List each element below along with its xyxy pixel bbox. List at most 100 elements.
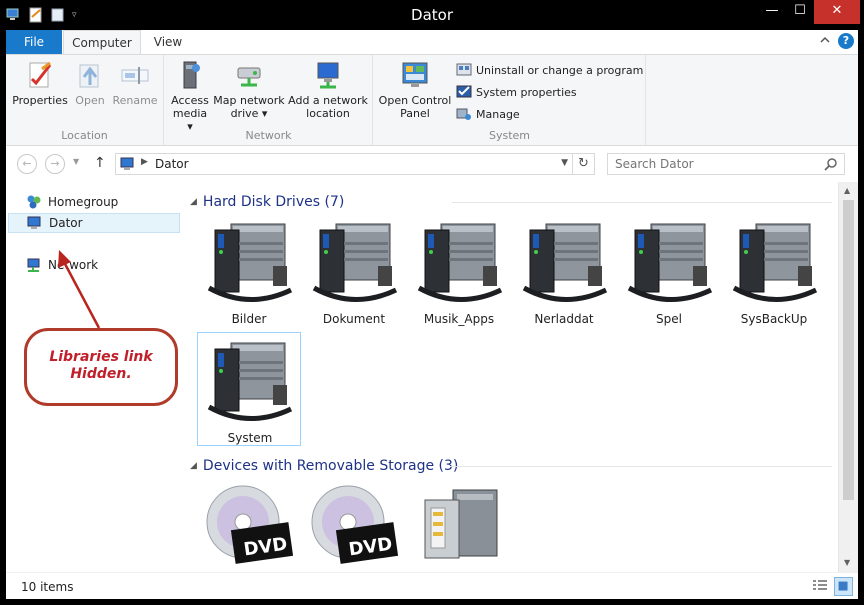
ribbon-group-label-location: Location — [61, 129, 108, 142]
removable-device-tile[interactable] — [407, 478, 511, 572]
add-network-location-button[interactable]: Add a network location — [287, 59, 369, 120]
scroll-down-icon[interactable]: ▼ — [844, 558, 850, 567]
sidebar-item-network[interactable]: Network — [8, 255, 180, 275]
access-media-icon — [183, 61, 200, 89]
uninstall-program-button[interactable]: Uninstall or change a program — [456, 60, 643, 80]
removable-disk-icon — [424, 489, 498, 559]
hard-drive-icon — [732, 223, 818, 302]
tab-computer[interactable]: Computer — [63, 30, 141, 54]
rename-icon — [121, 67, 149, 84]
open-control-panel-label-2: Panel — [400, 107, 430, 120]
map-network-drive-label-1: Map network — [213, 94, 285, 107]
content-pane: ◢ Hard Disk Drives (7) Bilder Dokument Mus… — [182, 182, 838, 572]
minimize-button[interactable]: — — [758, 0, 786, 24]
address-bar[interactable]: ▶ Dator ▼ — [115, 153, 573, 175]
drive-label: System — [227, 431, 273, 445]
properties-label: Properties — [12, 94, 68, 107]
drive-tile[interactable]: Spel — [617, 214, 721, 328]
status-bar: 10 items — [6, 572, 858, 599]
drive-tile[interactable]: Nerladdat — [512, 214, 616, 328]
drive-tile[interactable]: Musik_Apps — [407, 214, 511, 328]
hard-drive-icon — [522, 223, 608, 302]
collapse-chevron-icon[interactable]: ◢ — [190, 197, 197, 207]
breadcrumb[interactable]: Dator — [155, 157, 189, 171]
hard-drive-icon — [627, 223, 713, 302]
group-header-hard-disk-drives[interactable]: ◢ Hard Disk Drives (7) — [190, 192, 344, 212]
search-icon[interactable] — [824, 157, 838, 171]
drive-tile[interactable]: SysBackUp — [722, 214, 826, 328]
ribbon-tab-bar: File Computer View ? — [6, 30, 858, 54]
properties-button[interactable]: Properties — [10, 59, 70, 107]
group-title: Devices with Removable Storage (3) — [202, 458, 459, 474]
ribbon-group-label-network: Network — [245, 129, 292, 142]
system-properties-icon — [456, 85, 472, 98]
collapse-ribbon-icon[interactable] — [818, 33, 832, 47]
removable-device-tile[interactable]: DVD — [302, 478, 406, 572]
annotation-callout: Libraries link Hidden. — [24, 328, 178, 406]
removable-device-tile[interactable]: DVD — [197, 478, 301, 572]
group-header-removable-storage[interactable]: ◢ Devices with Removable Storage (3) — [190, 456, 458, 476]
open-button[interactable]: Open — [70, 59, 110, 107]
dvd-drive-icon: DVD — [311, 485, 399, 564]
collapse-chevron-icon[interactable]: ◢ — [190, 461, 197, 471]
access-media-button[interactable]: Access media ▾ — [169, 59, 211, 133]
drive-tile[interactable]: Dokument — [302, 214, 406, 328]
open-icon — [79, 64, 99, 88]
forward-button[interactable]: → — [45, 154, 65, 174]
system-properties-label: System properties — [476, 85, 577, 99]
hard-drive-icon — [312, 223, 398, 302]
control-panel-icon — [402, 62, 428, 87]
system-properties-button[interactable]: System properties — [456, 82, 577, 102]
address-dropdown-icon[interactable]: ▼ — [561, 158, 568, 168]
scroll-up-icon[interactable]: ▲ — [844, 186, 850, 195]
drive-tile[interactable]: Bilder — [197, 214, 301, 328]
scrollbar-thumb[interactable] — [843, 200, 854, 500]
search-input[interactable] — [615, 157, 815, 171]
back-button[interactable]: ← — [17, 154, 37, 174]
up-arrow-icon[interactable]: ↑ — [94, 155, 106, 171]
map-network-drive-label-2: drive ▾ — [230, 107, 268, 120]
ribbon-group-label-system: System — [488, 129, 531, 142]
large-icons-view-icon[interactable] — [834, 577, 853, 596]
breadcrumb-chevron-icon[interactable]: ▶ — [141, 157, 148, 167]
search-box[interactable] — [607, 153, 845, 175]
map-network-drive-button[interactable]: Map network drive ▾ — [213, 59, 285, 120]
maximize-button[interactable]: ☐ — [786, 0, 814, 24]
open-control-panel-button[interactable]: Open Control Panel — [378, 59, 452, 120]
add-network-location-label-1: Add a network — [288, 94, 368, 107]
uninstall-program-label: Uninstall or change a program — [476, 63, 644, 77]
refresh-button[interactable]: ↻ — [573, 153, 595, 175]
computer-icon — [27, 216, 41, 229]
drive-label: Spel — [656, 312, 682, 326]
network-icon — [27, 258, 40, 272]
details-view-icon[interactable] — [812, 578, 828, 594]
sidebar-item-label: Homegroup — [48, 195, 119, 209]
rename-button[interactable]: Rename — [110, 59, 160, 107]
help-icon[interactable]: ? — [838, 33, 854, 49]
vertical-scrollbar[interactable]: ▲ ▼ — [838, 182, 858, 572]
group-divider — [450, 466, 832, 467]
close-button[interactable]: ✕ — [814, 0, 860, 24]
sidebar-item-homegroup[interactable]: Homegroup — [8, 192, 180, 212]
group-title: Hard Disk Drives (7) — [202, 194, 345, 210]
manage-button[interactable]: Manage — [456, 104, 520, 124]
open-label: Open — [75, 94, 105, 107]
callout-line-2: Hidden. — [70, 366, 132, 382]
access-media-label-1: Access — [171, 94, 209, 107]
drive-label: SysBackUp — [740, 312, 808, 326]
callout-line-1: Libraries link — [49, 349, 153, 365]
tab-view[interactable]: View — [141, 30, 195, 54]
drive-tile[interactable]: System — [197, 332, 301, 446]
rename-label: Rename — [112, 94, 158, 107]
tab-file[interactable]: File — [6, 30, 62, 54]
title-bar: ▿ Dator — ☐ ✕ — [0, 0, 864, 30]
manage-icon — [456, 108, 471, 120]
explorer-window: ▿ Dator — ☐ ✕ File Computer View ? Prope… — [0, 0, 864, 605]
homegroup-icon — [27, 195, 41, 209]
manage-label: Manage — [476, 107, 520, 121]
recent-locations-chevron-icon[interactable]: ▼ — [73, 157, 79, 166]
sidebar-item-dator[interactable]: Dator — [8, 213, 180, 233]
map-network-drive-icon — [237, 67, 261, 87]
dvd-drive-icon: DVD — [206, 485, 294, 564]
sidebar-item-label: Dator — [49, 216, 83, 230]
